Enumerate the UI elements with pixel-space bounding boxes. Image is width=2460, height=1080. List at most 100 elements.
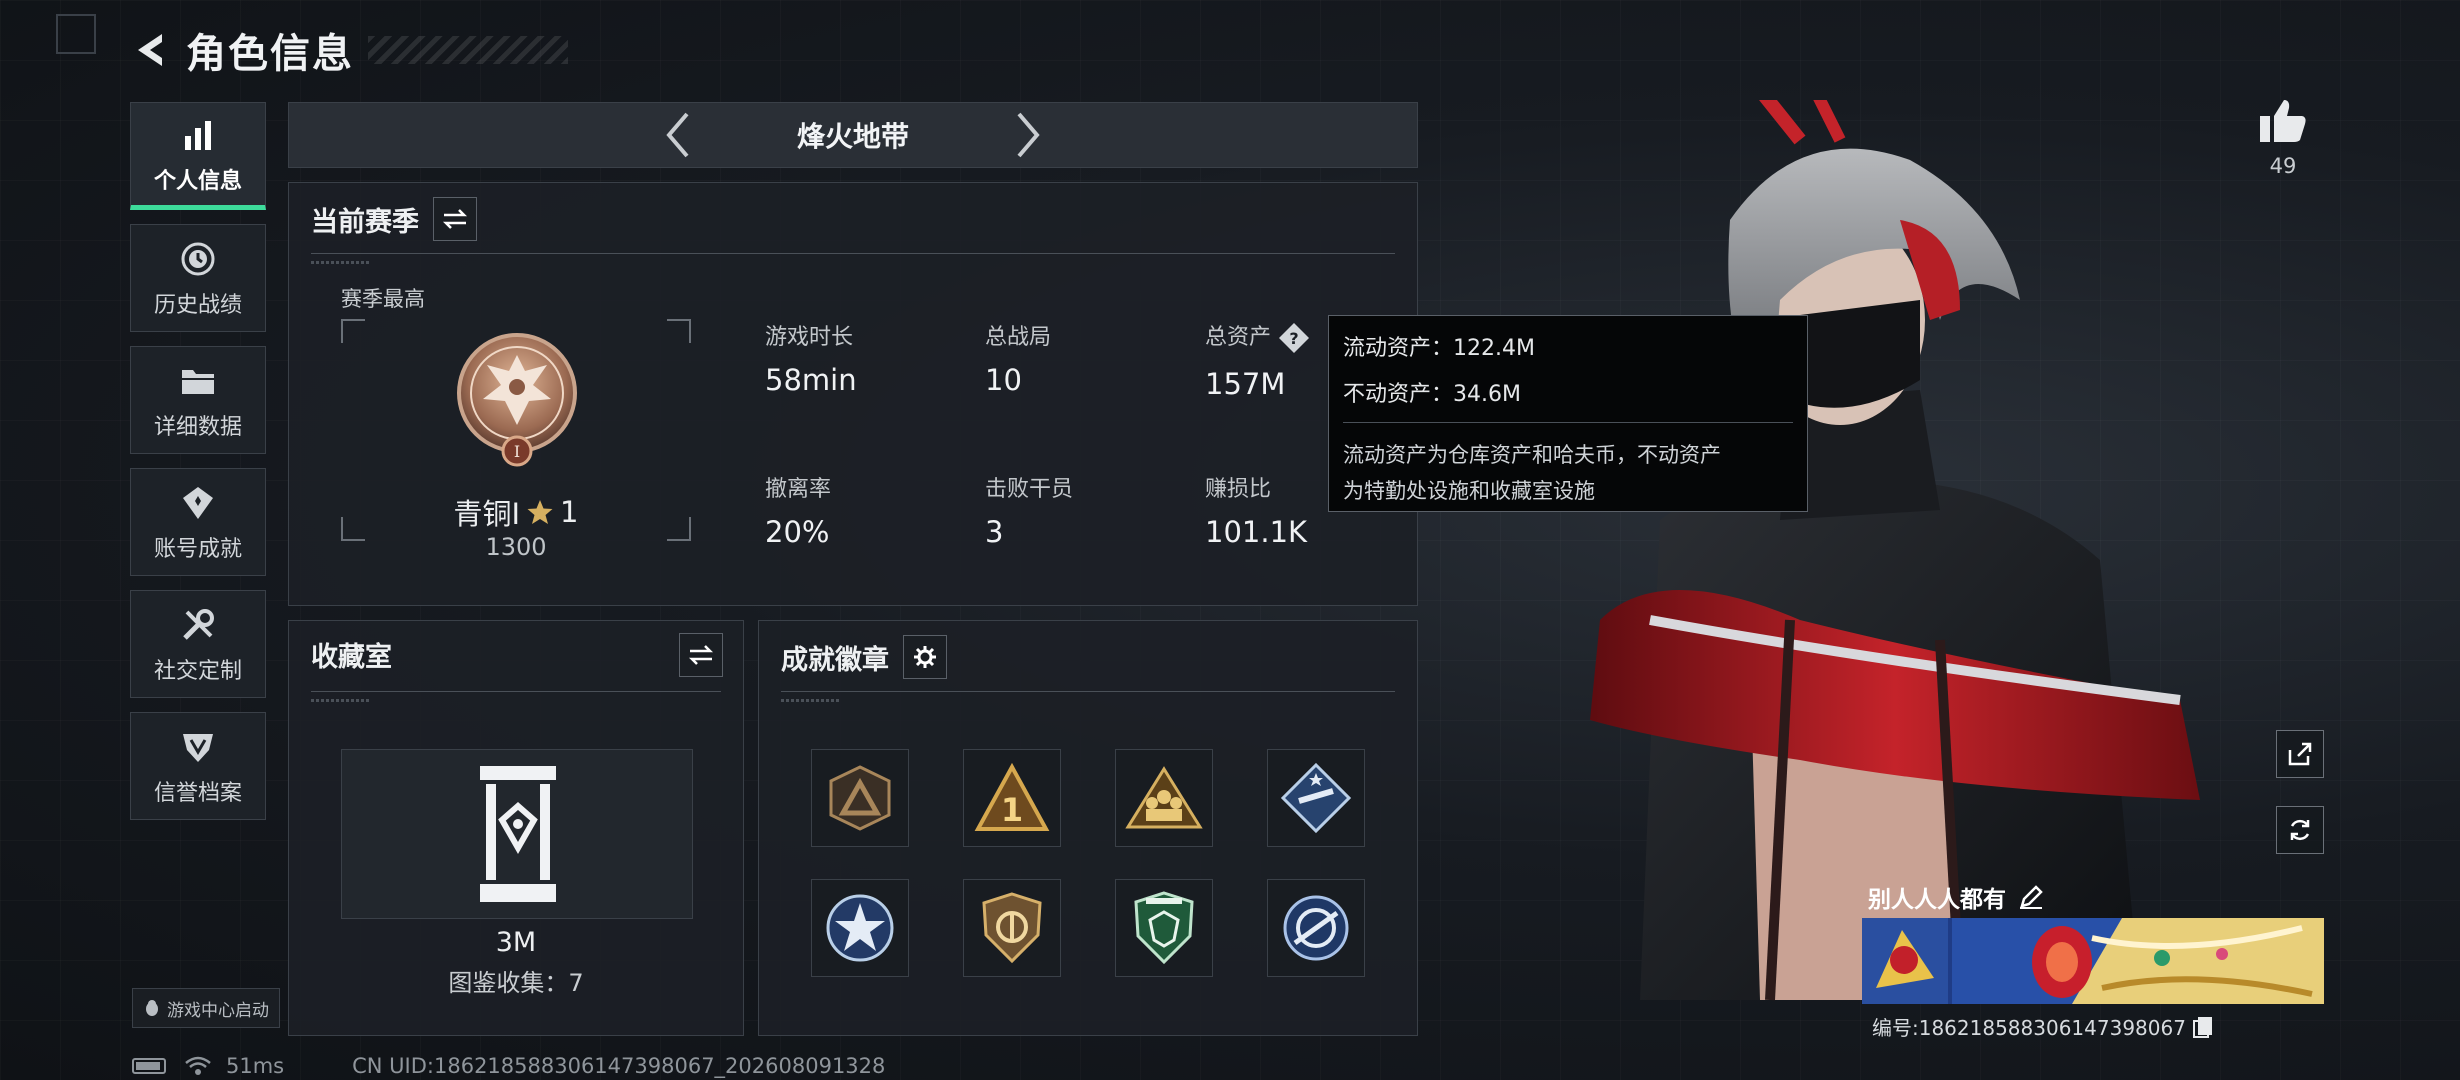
stat-total-assets: 总资产? 157M: [1205, 319, 1311, 401]
stat-value: 101.1K: [1205, 515, 1308, 549]
badge-blue-star[interactable]: [1267, 749, 1365, 847]
sidebar-item-achievements[interactable]: 账号成就: [130, 468, 266, 576]
assets-tooltip: 流动资产：122.4M 不动资产：34.6M 流动资产为仓库资产和哈夫币，不动资…: [1328, 315, 1808, 512]
rank-score: 1300: [485, 533, 547, 561]
name-card-title: 别人人人都有: [1868, 887, 2006, 913]
collection-title: 收藏室: [311, 642, 392, 673]
chevron-left-icon[interactable]: [653, 105, 703, 165]
panel-divider: [311, 253, 1395, 254]
battery-icon: [132, 1058, 166, 1074]
badge-bronze-triangle[interactable]: [811, 749, 909, 847]
collection-preview[interactable]: [341, 749, 693, 919]
gear-icon: [914, 646, 936, 668]
bar-chart-icon: [181, 113, 215, 157]
help-icon[interactable]: ?: [1277, 321, 1311, 355]
stat-profit-ratio: 赚损比 101.1K: [1205, 471, 1307, 549]
status-footer: 51ms CN UID:18621858830614739806​7_20260…: [132, 1054, 885, 1078]
sidebar-item-label: 信誉档案: [153, 781, 242, 806]
name-card-image[interactable]: [1862, 918, 2324, 1004]
badge-star-ring[interactable]: [811, 879, 909, 977]
stat-label: 赚损比: [1205, 477, 1272, 502]
sidebar-item-history[interactable]: 历史战绩: [130, 224, 266, 332]
badge-blue-emblem[interactable]: [1267, 879, 1365, 977]
sidebar-item-credit[interactable]: 信誉档案: [130, 712, 266, 820]
tooltip-fixed-assets: 不动资产：34.6M: [1343, 382, 1521, 407]
name-card-id-row: 编号:18621858830614739806​7: [1872, 1012, 2214, 1041]
sidebar-nav: 个人信息 历史战绩 详细数据 账号成就 社交定制 信誉档案: [130, 102, 270, 834]
rank-frame: I 青铜I 1 1300: [341, 319, 691, 561]
badge-squad[interactable]: [1115, 749, 1213, 847]
folder-icon: [179, 359, 217, 403]
panel-divider: [781, 691, 1395, 692]
sidebar-item-social[interactable]: 社交定制: [130, 590, 266, 698]
number-one-badge-icon: 1: [974, 763, 1050, 831]
green-shield-badge-icon: [1134, 891, 1194, 965]
rank-badge-numeral: I: [514, 442, 520, 461]
stat-label: 撤离率: [765, 477, 832, 502]
like-count: 49: [2269, 154, 2297, 178]
badges-panel: 成就徽章 1: [758, 620, 1418, 1036]
tooltip-desc-line1: 流动资产为仓库资产和哈夫币，不动资产: [1343, 443, 1721, 467]
badge-number-one[interactable]: 1: [963, 749, 1061, 847]
sidebar-item-label: 账号成就: [153, 537, 242, 562]
penguin-icon: [146, 1000, 158, 1016]
refresh-icon: [2290, 819, 2310, 841]
badge-green-shield[interactable]: [1115, 879, 1213, 977]
rank-stars: 1: [560, 495, 579, 529]
panel-decoration: [311, 699, 371, 702]
sidebar-item-detail-data[interactable]: 详细数据: [130, 346, 266, 454]
switch-season-button[interactable]: [433, 197, 477, 241]
triangle-badge-icon: [829, 765, 891, 831]
uid-text: CN UID:18621858830614739806​7_2026080913…: [352, 1054, 886, 1078]
page-header: 角色信息: [130, 22, 568, 78]
blue-star-badge-icon: [1280, 762, 1352, 834]
mode-switcher: 烽火地带: [288, 102, 1418, 168]
name-card-id: 编号:18621858830614739806​7: [1872, 1016, 2186, 1040]
sidebar-item-label: 历史战绩: [153, 293, 242, 318]
edit-pencil-icon[interactable]: [2018, 884, 2044, 910]
svg-text:1: 1: [1001, 791, 1023, 829]
thumbs-up-icon: [2260, 100, 2306, 142]
panel-decoration: [311, 261, 371, 264]
season-best-label: 赛季最高: [341, 287, 425, 311]
stat-value: 157M: [1205, 367, 1286, 401]
panel-decoration: [781, 699, 841, 702]
star-icon: [527, 500, 553, 524]
frame-corner: [341, 319, 365, 343]
display-case-icon: [480, 766, 556, 902]
gold-shield-badge-icon: [982, 892, 1042, 964]
badge-settings-button[interactable]: [903, 635, 947, 679]
copy-icon[interactable]: [2192, 1015, 2214, 1039]
stat-label: 总资产: [1205, 325, 1272, 350]
collection-count: 图鉴收集：7: [448, 969, 584, 997]
back-arrow-icon[interactable]: [130, 28, 174, 72]
badge-gold-shield[interactable]: [963, 879, 1061, 977]
stat-value: 58min: [765, 363, 857, 397]
bronze-rank-badge-icon: I: [457, 333, 577, 467]
star-ring-badge-icon: [826, 894, 894, 962]
sidebar-item-label: 个人信息: [153, 169, 242, 194]
season-title: 当前赛季: [311, 206, 419, 238]
stat-kills: 击败干员 3: [985, 471, 1073, 549]
frame-corner: [667, 319, 691, 343]
rank-name-row: 青铜I 1: [341, 491, 691, 533]
badge-grid: 1: [811, 749, 1365, 977]
share-button[interactable]: [2276, 730, 2324, 778]
credit-icon: [179, 725, 217, 769]
squad-badge-icon: [1125, 766, 1203, 829]
switch-collection-button[interactable]: [679, 633, 723, 677]
wrench-icon: [179, 603, 217, 647]
season-panel: 当前赛季 赛季最高 I 青铜I 1 1300 游戏时长 58min 总战局 10…: [288, 182, 1418, 606]
blue-emblem-badge-icon: [1283, 895, 1349, 961]
game-center-button[interactable]: 游戏中心启动: [132, 988, 280, 1028]
like-button[interactable]: 49: [2252, 96, 2314, 178]
achievement-icon: [180, 481, 216, 525]
tooltip-liquid-assets: 流动资产：122.4M: [1343, 336, 1535, 361]
badges-title: 成就徽章: [781, 644, 889, 676]
refresh-button[interactable]: [2276, 806, 2324, 854]
history-icon: [179, 237, 217, 281]
stat-play-time: 游戏时长 58min: [765, 319, 857, 397]
sidebar-item-personal-info[interactable]: 个人信息: [130, 102, 266, 210]
swap-icon: [688, 645, 714, 665]
chevron-right-icon[interactable]: [1003, 105, 1053, 165]
